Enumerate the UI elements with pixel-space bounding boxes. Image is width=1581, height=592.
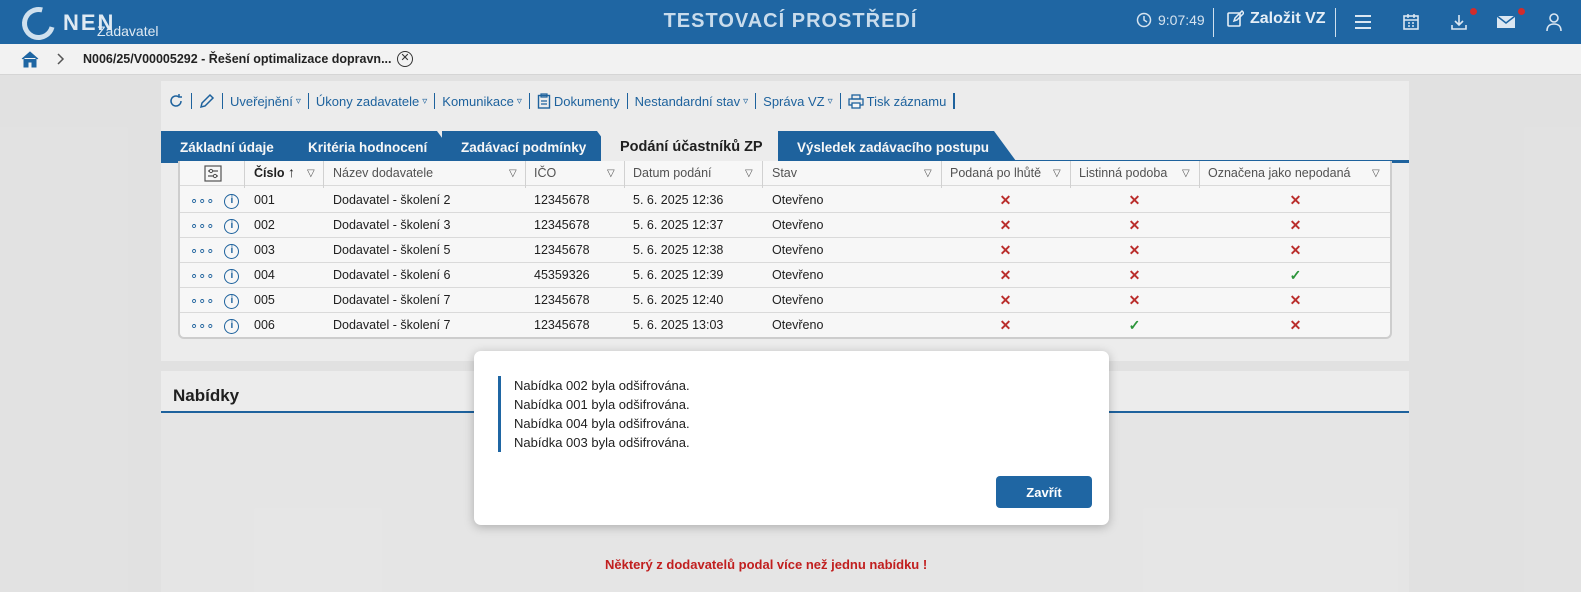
top-bar: NEN Zadavatel TESTOVACÍ PROSTŘEDÍ 9:07:4…: [0, 0, 1581, 46]
mail-notification-dot: [1518, 8, 1525, 15]
clock-time: 9:07:49: [1158, 12, 1205, 28]
breadcrumb-title[interactable]: N006/25/V00005292 - Řešení optimalizace …: [83, 52, 391, 66]
header-divider: [1335, 8, 1336, 37]
message-item: Nabídka 001 byla odšifrována.: [514, 397, 690, 412]
header-divider: [1213, 8, 1214, 37]
decryption-result-dialog: Nabídka 002 byla odšifrována. Nabídka 00…: [474, 351, 1109, 525]
close-icon[interactable]: ✕: [397, 51, 413, 67]
create-vz-button[interactable]: Založit VZ: [1226, 10, 1326, 28]
clock-icon: [1136, 12, 1152, 28]
calendar-icon[interactable]: [1400, 11, 1422, 33]
edit-icon: [1227, 10, 1244, 27]
message-list: Nabídka 002 byla odšifrována. Nabídka 00…: [498, 376, 690, 452]
message-item: Nabídka 003 byla odšifrována.: [514, 435, 690, 450]
download-notification-dot: [1470, 8, 1477, 15]
logo-subtitle: Zadavatel: [97, 23, 159, 39]
create-vz-label: Založit VZ: [1250, 10, 1326, 27]
environment-title: TESTOVACÍ PROSTŘEDÍ: [663, 10, 918, 32]
message-item: Nabídka 004 byla odšifrována.: [514, 416, 690, 431]
close-button[interactable]: Zavřít: [996, 476, 1092, 508]
chevron-right-icon: [57, 53, 65, 68]
menu-icon[interactable]: [1352, 11, 1374, 33]
download-icon[interactable]: [1448, 11, 1470, 33]
session-clock: 9:07:49: [1136, 12, 1205, 28]
breadcrumb: N006/25/V00005292 - Řešení optimalizace …: [0, 44, 1581, 75]
message-item: Nabídka 002 byla odšifrována.: [514, 378, 690, 393]
home-icon[interactable]: [21, 51, 39, 71]
mail-icon[interactable]: [1495, 11, 1517, 33]
nen-logo-icon: [15, 0, 62, 46]
user-icon[interactable]: [1543, 11, 1565, 33]
